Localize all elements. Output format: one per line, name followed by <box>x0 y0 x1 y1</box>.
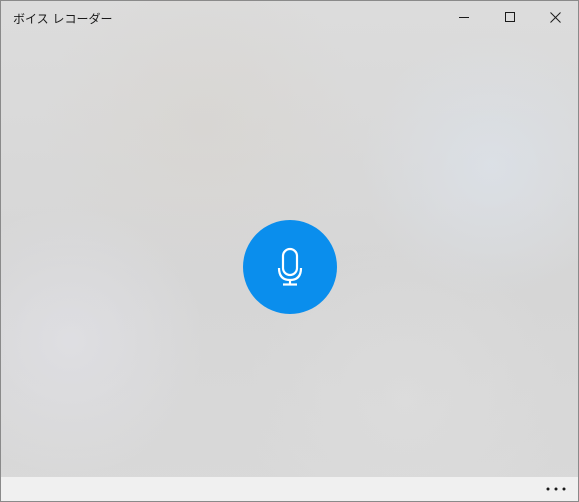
bottom-app-bar <box>1 477 578 501</box>
record-button[interactable] <box>243 220 337 314</box>
window-title: ボイス レコーダー <box>13 12 113 26</box>
more-options-button[interactable] <box>536 477 576 501</box>
maximize-icon <box>505 12 515 22</box>
minimize-button[interactable] <box>441 1 487 33</box>
maximize-button[interactable] <box>487 1 533 33</box>
close-icon <box>549 11 561 23</box>
microphone-icon <box>277 247 303 286</box>
close-button[interactable] <box>532 1 578 33</box>
minimize-icon <box>459 17 469 18</box>
title-bar[interactable]: ボイス レコーダー <box>1 1 578 33</box>
voice-recorder-window: ボイス レコーダー <box>0 0 579 502</box>
more-ellipsis-icon <box>546 487 566 491</box>
